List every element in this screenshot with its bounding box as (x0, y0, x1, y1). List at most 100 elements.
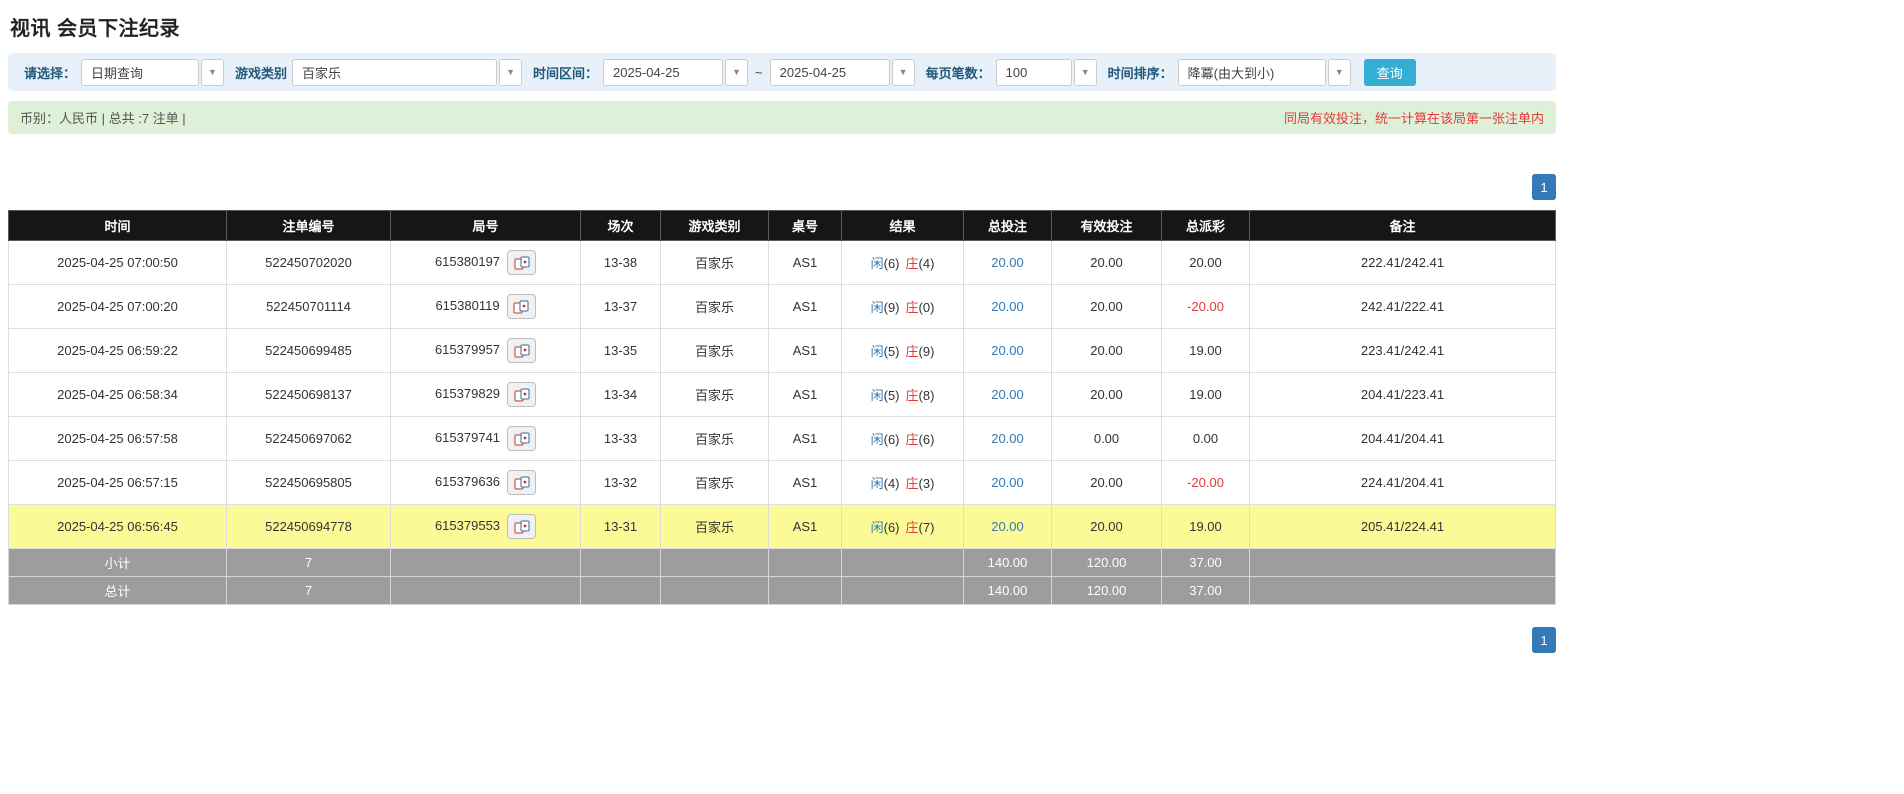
game-type-combo[interactable]: 百家乐 ▼ (292, 58, 523, 86)
date-separator: ~ (755, 64, 763, 80)
result-player: 闲 (870, 388, 884, 403)
round-detail-icon[interactable] (506, 294, 536, 319)
page-size-combo[interactable]: 100 ▼ (995, 58, 1097, 86)
cell-payout: 20.00 (1161, 240, 1250, 285)
cell-table-no: AS1 (768, 372, 842, 417)
total-bet-link[interactable]: 20.00 (991, 255, 1024, 270)
cell-table-no: AS1 (768, 460, 842, 505)
total-bet-link[interactable]: 20.00 (991, 343, 1024, 358)
chevron-down-icon[interactable]: ▼ (1073, 58, 1097, 86)
cell-table-no: AS1 (768, 240, 842, 285)
result-banker-score: (7) (918, 520, 935, 535)
table-row: 2025-04-25 06:57:58 522450697062 6153797… (8, 416, 1556, 461)
total-bet-link[interactable]: 20.00 (991, 387, 1024, 402)
total-label: 总计 (8, 576, 227, 605)
round-detail-icon[interactable] (507, 250, 537, 275)
cell-total-bet: 20.00 (963, 328, 1052, 373)
cell-game-type: 百家乐 (660, 416, 769, 461)
cell-round-id: 615379829 (390, 372, 581, 417)
cell-payout: 19.00 (1161, 504, 1250, 549)
column-header: 注单编号 (226, 210, 391, 241)
result-banker-score: (4) (918, 256, 935, 271)
round-number: 615379957 (434, 341, 501, 357)
round-detail-icon[interactable] (507, 338, 537, 363)
result-banker-score: (0) (918, 300, 935, 315)
page-size-value[interactable]: 100 (995, 58, 1072, 86)
chevron-down-icon[interactable]: ▼ (1327, 58, 1351, 86)
total-bet-link[interactable]: 20.00 (991, 431, 1024, 446)
result-player: 闲 (870, 432, 884, 447)
cell-time: 2025-04-25 06:58:34 (8, 372, 227, 417)
table-row: 2025-04-25 06:57:15 522450695805 6153796… (8, 460, 1556, 505)
result-banker: 庄 (905, 344, 919, 359)
result-banker: 庄 (905, 256, 919, 271)
cell-session: 13-31 (580, 504, 661, 549)
cell-note: 204.41/223.41 (1249, 372, 1556, 417)
subtotal-valid-bet: 120.00 (1051, 548, 1162, 577)
cell-bet-id: 522450699485 (226, 328, 391, 373)
cell-session: 13-35 (580, 328, 661, 373)
cell-session: 13-38 (580, 240, 661, 285)
page-button[interactable]: 1 (1532, 627, 1556, 653)
cell-time: 2025-04-25 06:57:58 (8, 416, 227, 461)
cell-game-type: 百家乐 (660, 240, 769, 285)
table-row: 2025-04-25 06:59:22 522450699485 6153799… (8, 328, 1556, 373)
chevron-down-icon[interactable]: ▼ (891, 58, 915, 86)
empty-cell (580, 576, 661, 605)
column-header: 局号 (390, 210, 581, 241)
cell-bet-id: 522450694778 (226, 504, 391, 549)
cell-total-bet: 20.00 (963, 372, 1052, 417)
chevron-down-icon[interactable]: ▼ (499, 58, 523, 86)
empty-cell (841, 548, 964, 577)
date-from-combo[interactable]: 2025-04-25 ▼ (603, 58, 749, 86)
cell-time: 2025-04-25 07:00:50 (8, 240, 227, 285)
subtotal-total-bet: 140.00 (963, 548, 1052, 577)
cell-table-no: AS1 (768, 284, 842, 329)
date-to-value[interactable]: 2025-04-25 (769, 58, 890, 86)
cell-time: 2025-04-25 06:59:22 (8, 328, 227, 373)
sort-combo[interactable]: 降冪(由大到小) ▼ (1177, 58, 1351, 86)
filter-bar: 请选择： 日期查询 ▼ 游戏类别 百家乐 ▼ 时间区间： 2025-04-25 … (8, 53, 1556, 91)
cell-valid-bet: 20.00 (1051, 504, 1162, 549)
game-type-value[interactable]: 百家乐 (292, 58, 498, 86)
cell-time: 2025-04-25 07:00:20 (8, 284, 227, 329)
chevron-down-icon[interactable]: ▼ (201, 58, 225, 86)
cell-result: 闲(6) 庄(4) (841, 240, 964, 285)
round-detail-icon[interactable] (507, 382, 537, 407)
empty-cell (390, 548, 581, 577)
total-bet-link[interactable]: 20.00 (991, 299, 1024, 314)
page-button[interactable]: 1 (1532, 174, 1556, 200)
round-detail-icon[interactable] (507, 426, 537, 451)
chevron-down-icon[interactable]: ▼ (725, 58, 749, 86)
cell-valid-bet: 20.00 (1051, 372, 1162, 417)
column-header: 游戏类别 (660, 210, 769, 241)
search-button[interactable]: 查询 (1363, 58, 1416, 86)
cell-payout: 0.00 (1161, 416, 1250, 461)
cell-note: 222.41/242.41 (1249, 240, 1556, 285)
cell-payout: 19.00 (1161, 372, 1250, 417)
empty-cell (390, 576, 581, 605)
total-bet-link[interactable]: 20.00 (991, 475, 1024, 490)
cell-payout: 19.00 (1161, 328, 1250, 373)
table-row: 2025-04-25 07:00:20 522450701114 6153801… (8, 284, 1556, 329)
cell-game-type: 百家乐 (660, 504, 769, 549)
empty-cell (841, 576, 964, 605)
empty-cell (580, 548, 661, 577)
total-bet-link[interactable]: 20.00 (991, 519, 1024, 534)
column-header: 有效投注 (1051, 210, 1162, 241)
query-type-combo[interactable]: 日期查询 ▼ (81, 58, 225, 86)
date-to-combo[interactable]: 2025-04-25 ▼ (769, 58, 915, 86)
date-from-value[interactable]: 2025-04-25 (603, 58, 724, 86)
cell-note: 224.41/204.41 (1249, 460, 1556, 505)
query-type-value[interactable]: 日期查询 (81, 58, 200, 86)
cell-round-id: 615379741 (390, 416, 581, 461)
cell-result: 闲(6) 庄(7) (841, 504, 964, 549)
round-detail-icon[interactable] (507, 514, 537, 539)
sort-value[interactable]: 降冪(由大到小) (1177, 58, 1326, 86)
total-count: 7 (226, 576, 391, 605)
result-player-score: (5) (883, 388, 900, 403)
column-header: 桌号 (768, 210, 842, 241)
cell-total-bet: 20.00 (963, 416, 1052, 461)
round-detail-icon[interactable] (507, 470, 537, 495)
empty-cell (768, 576, 842, 605)
